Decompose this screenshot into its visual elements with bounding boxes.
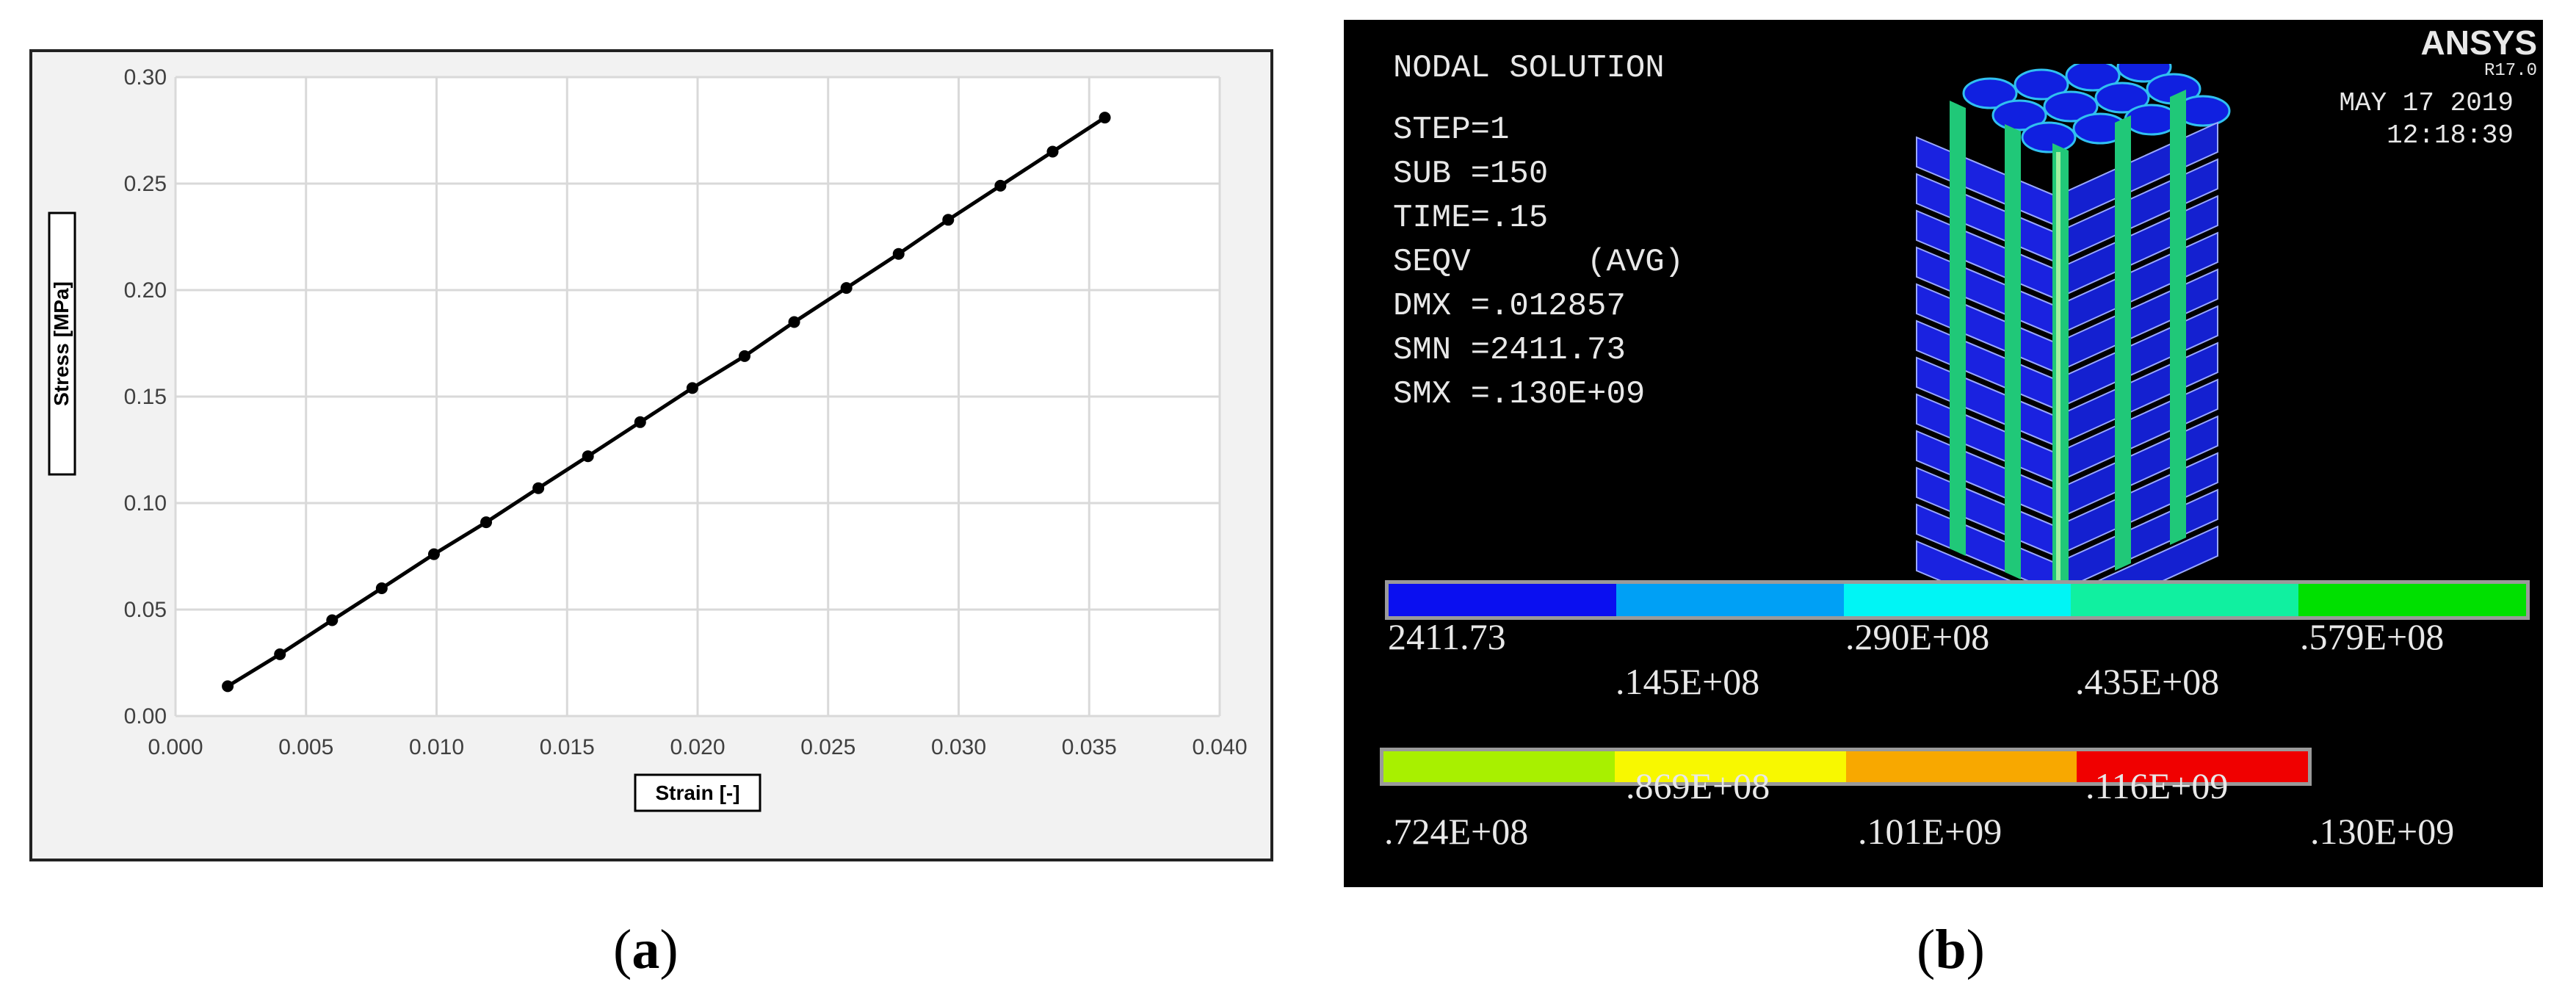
legend-color-swatch: [1843, 584, 2072, 616]
data-point: [942, 214, 955, 226]
legend-value-label: 2411.73: [1388, 616, 1506, 657]
data-point: [274, 648, 286, 660]
y-tick-label: 0.15: [124, 385, 167, 409]
data-point: [686, 382, 698, 394]
legend-value-label: .290E+08: [1845, 616, 1990, 657]
y-tick-label: 0.00: [124, 704, 167, 729]
top-strut: [2021, 121, 2077, 153]
x-tick-label: 0.020: [670, 735, 725, 759]
legend-color-swatch: [1845, 751, 2077, 782]
data-point: [788, 316, 800, 328]
legend-value-label: .435E+08: [2075, 661, 2220, 702]
x-tick-label: 0.010: [409, 735, 464, 759]
x-tick-label: 0.000: [148, 735, 203, 759]
sub-value: SUB =150: [1393, 156, 1549, 192]
data-point: [326, 614, 339, 626]
x-tick-label: 0.005: [278, 735, 333, 759]
ansys-result-panel: ANSYS R17.0 NODAL SOLUTION STEP=1 SUB =1…: [1344, 20, 2543, 887]
caption-a: (a): [613, 919, 679, 980]
y-tick-label: 0.30: [124, 65, 167, 90]
data-point: [840, 282, 853, 294]
legend-color-swatch: [2298, 584, 2526, 616]
data-point: [1099, 112, 1111, 124]
x-axis-label-box: Strain [-]: [634, 773, 761, 812]
legend-value-label: .724E+08: [1384, 811, 1529, 852]
y-axis-label-box: Stress [MPa]: [48, 212, 76, 476]
result-time: 12:18:39: [2387, 120, 2514, 151]
legend-value-label: .116E+09: [2085, 765, 2229, 806]
y-tick-label: 0.05: [124, 598, 167, 622]
data-point: [634, 416, 646, 428]
data-point: [738, 350, 750, 362]
smn-value: SMN =2411.73: [1393, 332, 1626, 369]
smx-value: SMX =.130E+09: [1393, 376, 1646, 413]
lattice-structure-model: [1916, 64, 2231, 593]
ansys-logo: ANSYS: [2420, 24, 2537, 62]
time-value: TIME=.15: [1393, 200, 1549, 236]
legend-value-label: .130E+09: [2310, 811, 2455, 852]
legend-color-swatch: [2071, 584, 2299, 616]
legend-value-label: .145E+08: [1616, 661, 1760, 702]
column: [2170, 90, 2186, 545]
y-tick-label: 0.25: [124, 172, 167, 196]
data-point: [222, 680, 234, 693]
legend-color-swatch: [1389, 584, 1616, 616]
result-date: MAY 17 2019: [2339, 88, 2514, 118]
y-tick-label: 0.10: [124, 491, 167, 516]
x-tick-label: 0.025: [800, 735, 855, 759]
legend-value-label: .101E+09: [1858, 811, 2002, 852]
y-axis-label: Stress [MPa]: [50, 281, 73, 406]
legend-color-swatch: [1616, 584, 1844, 616]
x-axis-label: Strain [-]: [655, 781, 739, 804]
data-point: [892, 247, 905, 260]
step-value: STEP=1: [1393, 112, 1510, 148]
legend-value-label: .869E+08: [1626, 765, 1770, 806]
column: [2115, 115, 2131, 571]
caption-b: (b): [1917, 919, 1985, 980]
x-tick-label: 0.030: [931, 735, 986, 759]
data-point: [532, 482, 545, 494]
x-tick-label: 0.040: [1192, 735, 1247, 759]
dmx-value: DMX =.012857: [1393, 288, 1626, 325]
y-tick-label: 0.20: [124, 278, 167, 303]
data-point: [1046, 145, 1059, 158]
column: [1950, 101, 1966, 556]
ansys-version: R17.0: [2483, 61, 2537, 81]
data-point: [427, 548, 440, 560]
legend-value-label: .579E+08: [2300, 616, 2445, 657]
stress-strain-chart-panel: 0.000 0.005 0.010 0.015 0.020 0.025 0.030 0.035…: [29, 49, 1273, 861]
column: [2005, 124, 2021, 579]
legend-colorbar-1: [1385, 580, 2530, 620]
legend-color-swatch: [1383, 751, 1615, 782]
stress-strain-chart: 0.000 0.005 0.010 0.015 0.020 0.025 0.030 0.035…: [48, 65, 1248, 812]
seqv-value: SEQV (AVG): [1393, 244, 1685, 281]
data-point: [480, 516, 493, 529]
x-tick-label: 0.015: [540, 735, 595, 759]
x-tick-label: 0.035: [1062, 735, 1117, 759]
solution-title: NODAL SOLUTION: [1393, 50, 1665, 87]
data-point: [994, 179, 1007, 192]
data-point: [582, 450, 594, 463]
data-point: [375, 582, 388, 594]
